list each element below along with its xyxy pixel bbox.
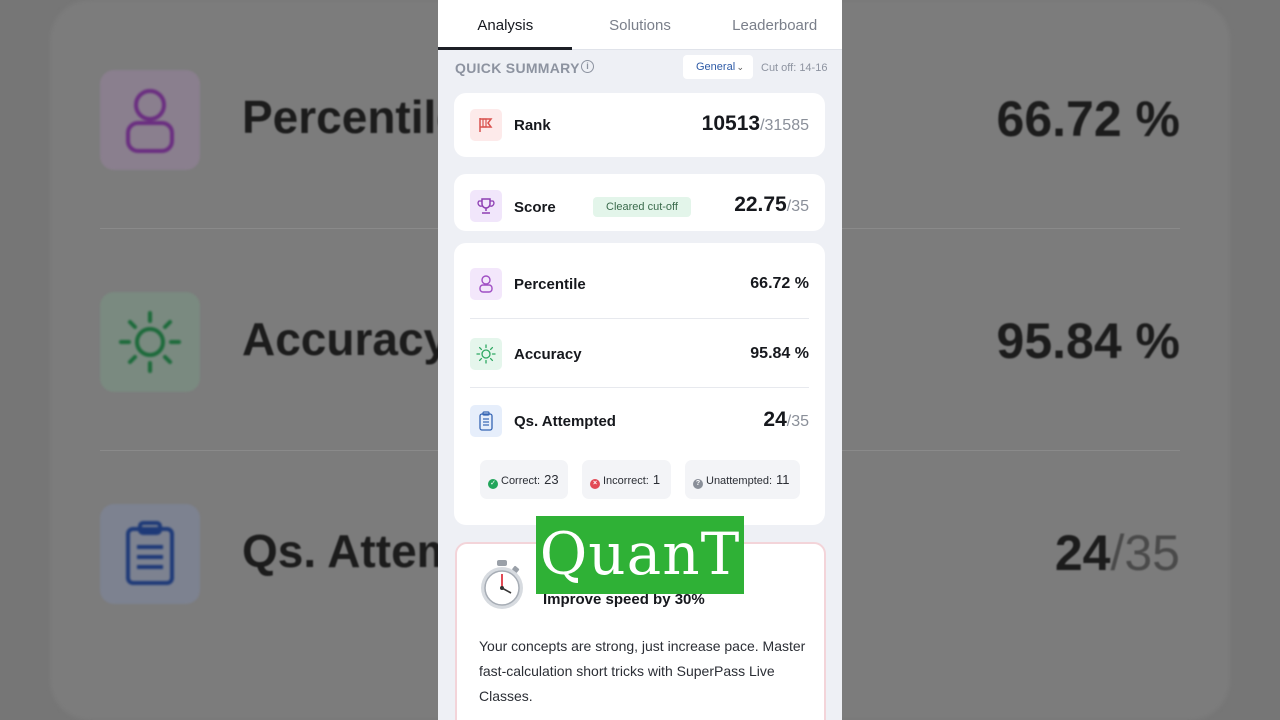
attempted-value: 24 xyxy=(763,408,787,431)
rank-value: 10513 xyxy=(701,112,761,135)
sun-icon xyxy=(100,292,200,392)
summary-title: QUICK SUMMARY xyxy=(455,60,580,76)
rank-card[interactable]: Rank 10513/31585 xyxy=(454,93,825,157)
cutoff-status-badge: Cleared cut-off xyxy=(593,197,691,217)
unattempted-label: Unattempted: xyxy=(706,475,773,487)
bg-percentile-label: Percentile xyxy=(242,91,462,143)
incorrect-pill: × Incorrect: 1 xyxy=(582,460,671,499)
category-dropdown-value: General xyxy=(696,61,736,73)
tab-analysis[interactable]: Analysis xyxy=(438,0,573,49)
rank-total: /31585 xyxy=(760,117,809,134)
accuracy-label: Accuracy xyxy=(514,346,582,363)
bg-accuracy-value: 95.84 % xyxy=(996,313,1180,369)
cutoff-text: Cut off: 14-16 xyxy=(761,62,828,74)
info-icon[interactable]: i xyxy=(581,60,594,73)
stopwatch-icon xyxy=(477,559,527,616)
flag-icon xyxy=(470,109,502,141)
tip-body: Your concepts are strong, just increase … xyxy=(479,638,806,704)
person-icon xyxy=(100,70,200,170)
correct-count: 23 xyxy=(544,472,559,487)
attempted-label: Qs. Attempted xyxy=(514,413,616,430)
divider xyxy=(470,318,809,319)
stats-card: Percentile 66.72 % Accuracy 95.84 % Qs. … xyxy=(454,243,825,525)
check-icon: ✓ xyxy=(488,479,498,489)
trophy-icon xyxy=(470,190,502,222)
clipboard-icon xyxy=(100,504,200,604)
unattempted-pill: ? Unattempted: 11 xyxy=(685,460,800,499)
incorrect-label: Incorrect: xyxy=(603,475,649,487)
bg-accuracy-label: Accuracy xyxy=(242,313,450,365)
score-value: 22.75 xyxy=(734,193,787,216)
correct-label: Correct: xyxy=(501,475,541,487)
attempted-value-group: 24/35 xyxy=(763,408,809,432)
percentile-label: Percentile xyxy=(514,276,586,293)
tab-bar: Analysis Solutions Leaderboard xyxy=(438,0,842,50)
person-icon xyxy=(470,268,502,300)
phone-screen: Analysis Solutions Leaderboard QUICK SUM… xyxy=(438,0,842,720)
summary-header: QUICK SUMMARY i General ⌄ Cut off: 14-16 xyxy=(438,50,842,90)
bg-attempted-count: 24 xyxy=(1054,525,1111,581)
bg-attempted-value: 24/35 xyxy=(1055,524,1180,582)
percentile-value: 66.72 % xyxy=(750,275,809,292)
watermark-logo: QuanT xyxy=(536,516,744,594)
divider xyxy=(470,387,809,388)
sun-icon xyxy=(470,338,502,370)
bg-attempted-label: Qs. Attem xyxy=(242,525,458,577)
attempted-total: /35 xyxy=(786,413,809,430)
chevron-down-icon: ⌄ xyxy=(736,62,744,72)
cross-icon: × xyxy=(590,479,600,489)
score-card[interactable]: Score Cleared cut-off 22.75/35 xyxy=(454,174,825,231)
tab-solutions[interactable]: Solutions xyxy=(573,0,708,49)
rank-label: Rank xyxy=(514,117,551,134)
question-icon: ? xyxy=(693,479,703,489)
score-value-group: 22.75/35 xyxy=(734,193,809,217)
clipboard-icon xyxy=(470,405,502,437)
bg-attempted-total: /35 xyxy=(1110,525,1180,581)
correct-pill: ✓ Correct: 23 xyxy=(480,460,568,499)
tab-leaderboard[interactable]: Leaderboard xyxy=(707,0,842,49)
incorrect-count: 1 xyxy=(652,472,661,487)
unattempted-count: 11 xyxy=(776,472,790,487)
bg-percentile-value: 66.72 % xyxy=(996,91,1180,147)
category-dropdown[interactable]: General ⌄ xyxy=(683,55,753,79)
rank-value-group: 10513/31585 xyxy=(702,112,809,136)
score-label: Score xyxy=(514,199,556,216)
score-total: /35 xyxy=(786,198,809,215)
accuracy-value: 95.84 % xyxy=(750,345,809,362)
